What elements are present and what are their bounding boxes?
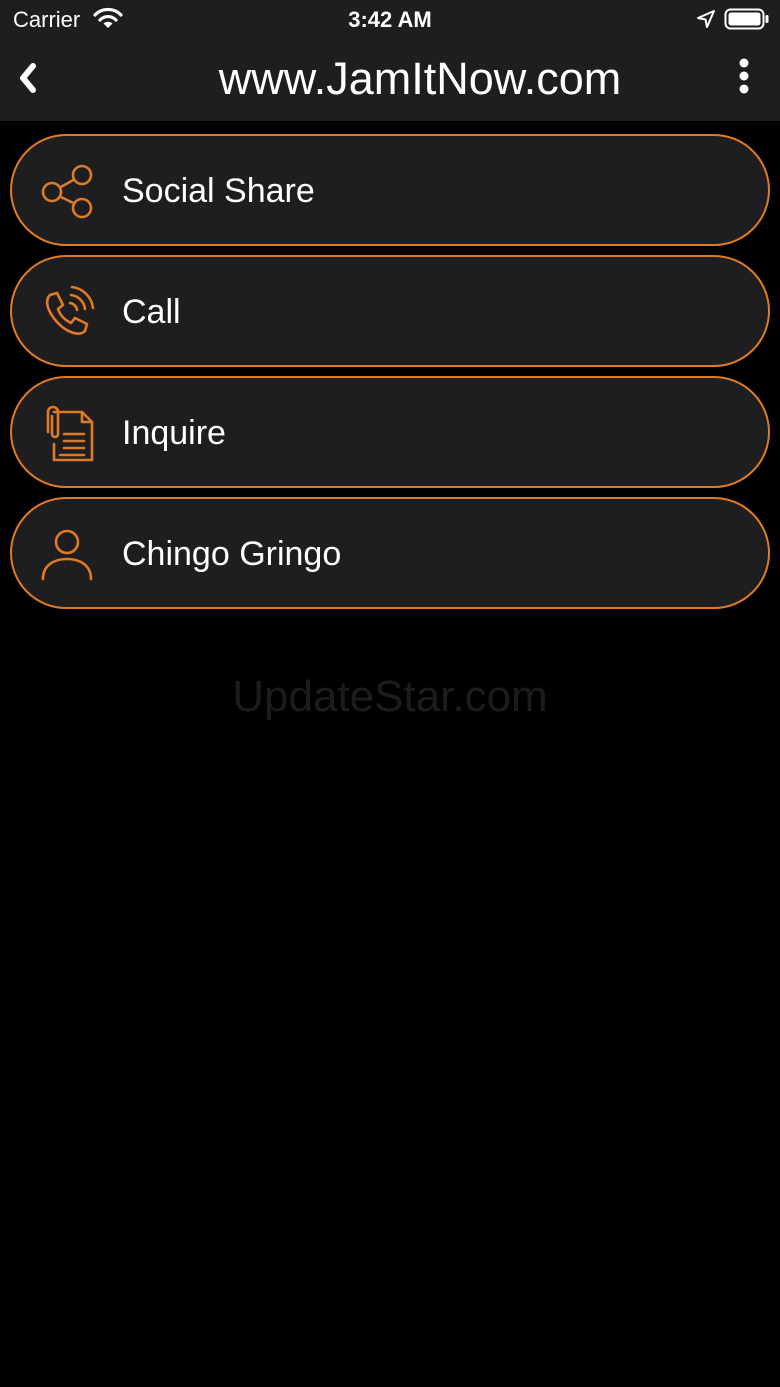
chevron-left-icon (15, 60, 41, 96)
vertical-ellipsis-icon (738, 57, 750, 95)
menu-item-label: Inquire (122, 414, 226, 452)
person-icon (38, 525, 96, 583)
watermark: UpdateStar.com (232, 672, 548, 721)
document-clip-icon (38, 404, 96, 462)
call-button[interactable]: Call (10, 255, 770, 367)
menu-item-label: Chingo Gringo (122, 535, 342, 573)
page-title: www.JamItNow.com (218, 53, 622, 104)
status-bar: Carrier 3:42 AM (0, 0, 780, 40)
share-icon (38, 162, 96, 220)
back-button[interactable] (8, 56, 48, 100)
top-bar: Carrier 3:42 AM www.JamItNow.com (0, 0, 780, 121)
menu-item-label: Social Share (122, 172, 315, 210)
status-time: 3:42 AM (348, 7, 432, 32)
phone-icon (38, 283, 96, 341)
inquire-button[interactable]: Inquire (10, 376, 770, 488)
action-menu: Social Share Call Inquire Chingo Gringo (10, 134, 770, 618)
profile-button[interactable]: Chingo Gringo (10, 497, 770, 609)
more-options-button[interactable] (724, 54, 764, 98)
menu-item-label: Call (122, 293, 181, 331)
navigation-bar: www.JamItNow.com (0, 40, 780, 121)
location-arrow-icon (696, 9, 716, 29)
battery-icon (724, 8, 770, 30)
social-share-button[interactable]: Social Share (10, 134, 770, 246)
